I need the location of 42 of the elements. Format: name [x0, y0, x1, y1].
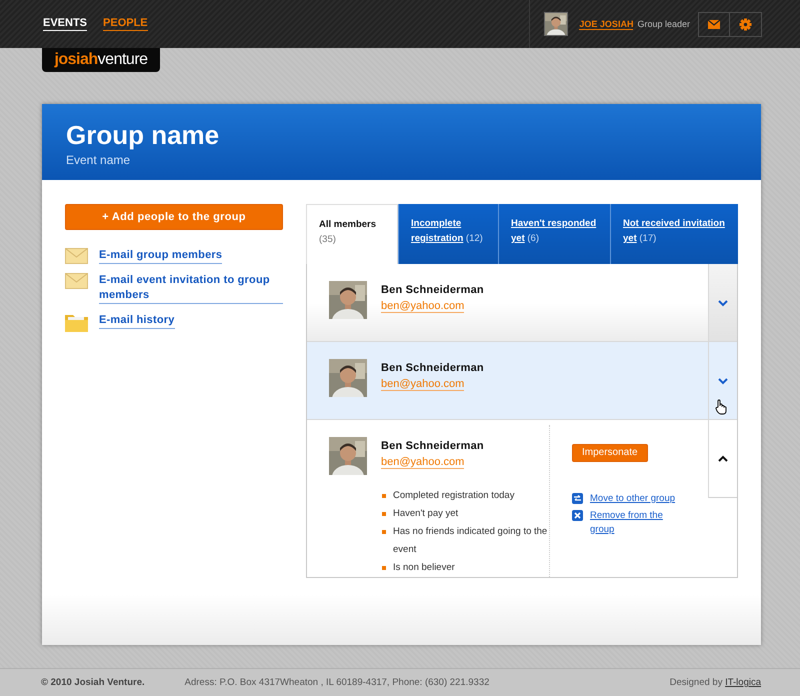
folder-icon — [65, 313, 88, 332]
user-role: Group leader — [637, 19, 690, 29]
settings-button[interactable] — [730, 12, 762, 36]
hand-cursor-icon — [715, 399, 727, 415]
status-note: Haven't pay yet — [382, 505, 549, 523]
event-name: Event name — [66, 153, 130, 167]
envelope-icon — [65, 273, 88, 289]
filter-tab[interactable]: Incomplete registration (12) — [398, 204, 498, 264]
filter-tab[interactable]: Not received invitation yet (17) — [610, 204, 738, 264]
member-name: Ben Schneiderman — [381, 440, 484, 452]
envelope-icon — [708, 20, 720, 28]
chevron-icon — [718, 376, 728, 384]
status-note: Has no friends indicated going to the event — [382, 523, 549, 559]
remove-icon — [572, 510, 583, 520]
chevron-icon — [718, 298, 728, 306]
address: Adress: P.O. Box 4317Wheaton , IL 60189-4317, Phone: (630) 221.9332 — [184, 677, 490, 688]
mail-button[interactable] — [698, 12, 730, 36]
member-name: Ben Schneiderman — [381, 362, 484, 374]
group-title: Group name — [66, 120, 220, 150]
designer-link[interactable]: IT-logica — [725, 677, 761, 688]
expand-toggle[interactable] — [708, 264, 737, 341]
status-note: Completed registration today — [382, 487, 549, 505]
filter-tab[interactable]: All members (35) — [306, 204, 398, 264]
expand-toggle[interactable] — [708, 420, 737, 498]
settings-icon — [739, 18, 752, 30]
envelope-icon — [65, 248, 88, 264]
nav-tab[interactable]: PEOPLE — [103, 17, 148, 31]
chevron-icon — [718, 454, 728, 462]
member-name: Ben Schneiderman — [381, 284, 484, 296]
copyright: © 2010 Josiah Venture. — [41, 677, 145, 688]
designer-credit: Designed by — [670, 677, 722, 688]
sidebar-link[interactable]: E-mail event invitation to group members — [99, 273, 283, 304]
status-note: Is non believer — [382, 559, 549, 577]
swap-arrows-icon — [572, 492, 583, 504]
action-link[interactable]: Move to other group — [590, 492, 676, 506]
logo: josiahventure — [42, 48, 160, 72]
action-link[interactable]: Remove from the group — [590, 508, 682, 536]
sidebar-link[interactable]: E-mail history — [99, 313, 175, 329]
sidebar-link[interactable]: E-mail group members — [99, 248, 222, 264]
user-name-link[interactable]: JOE JOSIAH — [579, 18, 634, 30]
nav-tab[interactable]: EVENTS — [43, 17, 88, 31]
filter-tab[interactable]: Haven't responded yet (6) — [498, 204, 610, 264]
